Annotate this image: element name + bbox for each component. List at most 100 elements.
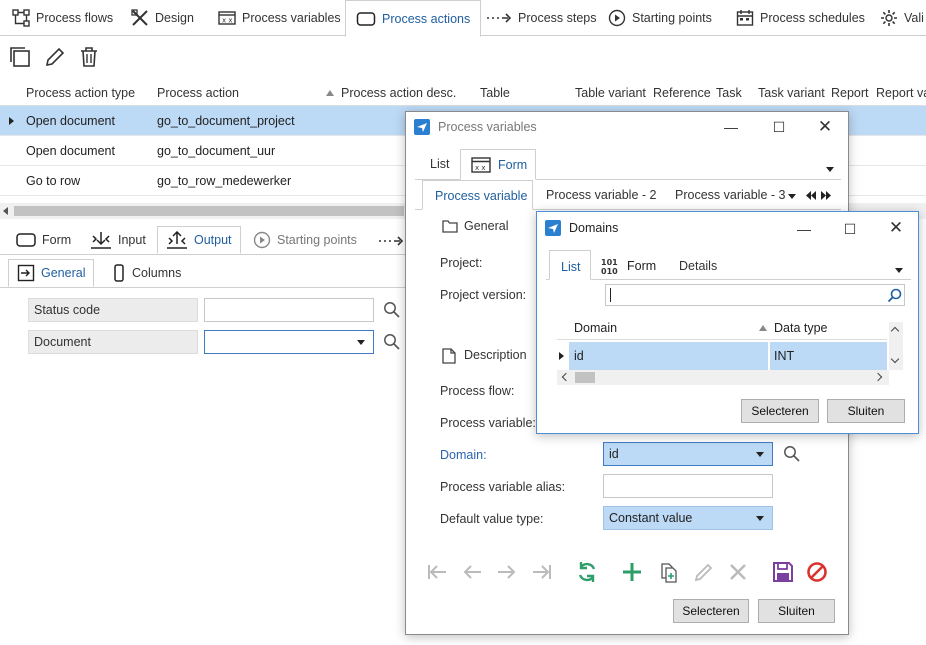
column-header[interactable]: Report (831, 86, 869, 100)
search-icon[interactable] (383, 301, 400, 318)
previous-icon[interactable] (461, 562, 483, 582)
horizontal-scrollbar[interactable] (557, 370, 889, 385)
tab-input[interactable]: Input (82, 226, 154, 254)
status-code-input[interactable] (204, 298, 374, 322)
tab-process-variables[interactable]: x x Process variables (208, 0, 351, 36)
tab-output[interactable]: Output (157, 226, 241, 254)
column-header[interactable]: Task (716, 86, 742, 100)
tab-starting-points-detail[interactable]: Starting points (245, 226, 365, 254)
alias-input[interactable] (603, 474, 773, 498)
process-variable-label: Process variable: (440, 416, 536, 430)
tab-list[interactable]: List (549, 250, 591, 280)
tab-design[interactable]: Design (121, 0, 204, 36)
first-record-icon[interactable] (805, 190, 817, 201)
column-header[interactable]: Table (480, 86, 510, 100)
close-button[interactable]: ✕ (885, 218, 907, 238)
tab-process-schedules[interactable]: Process schedules (726, 0, 875, 36)
close-button-footer[interactable]: Sluiten (827, 399, 905, 423)
minimize-button[interactable]: — (793, 219, 815, 239)
process-steps-icon (379, 236, 404, 246)
copy-record-icon[interactable] (658, 561, 680, 583)
scroll-up-icon[interactable] (890, 326, 900, 336)
select-button[interactable]: Selecteren (741, 399, 819, 423)
last-record-icon[interactable] (820, 190, 832, 201)
tab-process-actions[interactable]: Process actions (345, 0, 482, 37)
tab-process-variable-3[interactable]: Process variable - 3 (675, 188, 785, 202)
edit-icon[interactable] (693, 561, 715, 583)
edit-icon[interactable] (44, 46, 66, 68)
tab-process-variable-2[interactable]: Process variable - 2 (546, 188, 656, 202)
last-icon[interactable] (531, 562, 553, 582)
tab-label: Input (118, 233, 146, 247)
process-flow-label: Process flow: (440, 384, 515, 398)
refresh-icon[interactable] (576, 561, 598, 583)
tab-label: Process variable (435, 189, 528, 203)
tab-form[interactable]: Form (8, 226, 79, 254)
validations-icon (881, 10, 897, 26)
cell-action-type: Go to row (26, 174, 81, 188)
scroll-right-icon[interactable] (873, 372, 883, 382)
add-icon[interactable] (621, 561, 643, 583)
scroll-left-icon[interactable] (3, 207, 8, 215)
chevron-down-icon[interactable] (895, 268, 903, 273)
svg-text:x x: x x (475, 164, 486, 172)
scroll-left-icon[interactable] (561, 372, 571, 382)
column-header[interactable]: Table variant (575, 86, 646, 100)
search-icon[interactable] (383, 333, 400, 350)
tab-process-flows[interactable]: Process flows (2, 0, 123, 36)
svg-text:x x: x x (222, 17, 233, 25)
save-icon[interactable] (772, 561, 794, 583)
stop-icon[interactable] (806, 561, 828, 583)
close-button-footer[interactable]: Sluiten (758, 599, 835, 623)
default-value-type-select[interactable]: Constant value (603, 506, 773, 530)
tab-process-steps[interactable]: Process steps (476, 0, 607, 36)
chevron-down-icon[interactable] (756, 516, 764, 521)
search-icon[interactable] (783, 445, 800, 462)
scrollbar-thumb[interactable] (14, 206, 404, 216)
column-header[interactable]: Report va (876, 86, 926, 100)
column-header[interactable]: Process action type (26, 86, 135, 100)
chevron-down-icon[interactable] (357, 340, 365, 345)
cell-action-type: Open document (26, 114, 115, 128)
column-header[interactable]: Task variant (758, 86, 825, 100)
scrollbar-thumb[interactable] (575, 372, 595, 383)
next-icon[interactable] (496, 562, 518, 582)
tab-form[interactable]: x x Form (460, 149, 536, 180)
chevron-down-icon[interactable] (788, 194, 796, 199)
search-icon[interactable] (887, 288, 902, 303)
first-icon[interactable] (426, 562, 448, 582)
document-select[interactable] (204, 330, 374, 354)
tab-starting-points[interactable]: Starting points (598, 0, 722, 36)
scroll-down-icon[interactable] (890, 354, 900, 364)
tab-form[interactable]: 101 010 Form (601, 256, 656, 276)
domains-window: Domains — ☐ ✕ List 101 010 Form Details D… (536, 211, 919, 434)
domain-label[interactable]: Domain: (440, 448, 487, 462)
chevron-down-icon[interactable] (756, 452, 764, 457)
column-header[interactable]: Process action desc. (341, 86, 456, 100)
cancel-edit-icon[interactable] (728, 562, 748, 582)
chevron-down-icon[interactable] (826, 167, 834, 172)
tab-validations[interactable]: Vali (870, 0, 926, 36)
vertical-scrollbar[interactable] (889, 322, 903, 370)
copy-icon[interactable] (9, 46, 31, 68)
divider (0, 254, 405, 255)
table-row[interactable]: id INT (557, 342, 887, 370)
delete-icon[interactable] (78, 46, 100, 68)
close-button[interactable]: ✕ (814, 117, 836, 137)
maximize-button[interactable]: ☐ (768, 117, 790, 137)
column-header[interactable]: Data type (774, 321, 828, 335)
select-button[interactable]: Selecteren (673, 599, 749, 623)
minimize-button[interactable]: — (720, 117, 742, 137)
tab-process-variable[interactable]: Process variable (422, 180, 533, 210)
search-input[interactable] (605, 284, 905, 306)
column-header[interactable]: Domain (574, 321, 617, 335)
column-header[interactable]: Reference (653, 86, 711, 100)
tab-general[interactable]: General (8, 259, 95, 287)
maximize-button[interactable]: ☐ (839, 219, 861, 239)
column-header[interactable]: Process action (157, 86, 239, 100)
tab-list[interactable]: List (430, 157, 449, 171)
tab-details[interactable]: Details (679, 259, 717, 273)
svg-text:010: 010 (601, 267, 618, 275)
domain-select[interactable]: id (603, 442, 773, 466)
tab-columns[interactable]: Columns (104, 259, 189, 287)
